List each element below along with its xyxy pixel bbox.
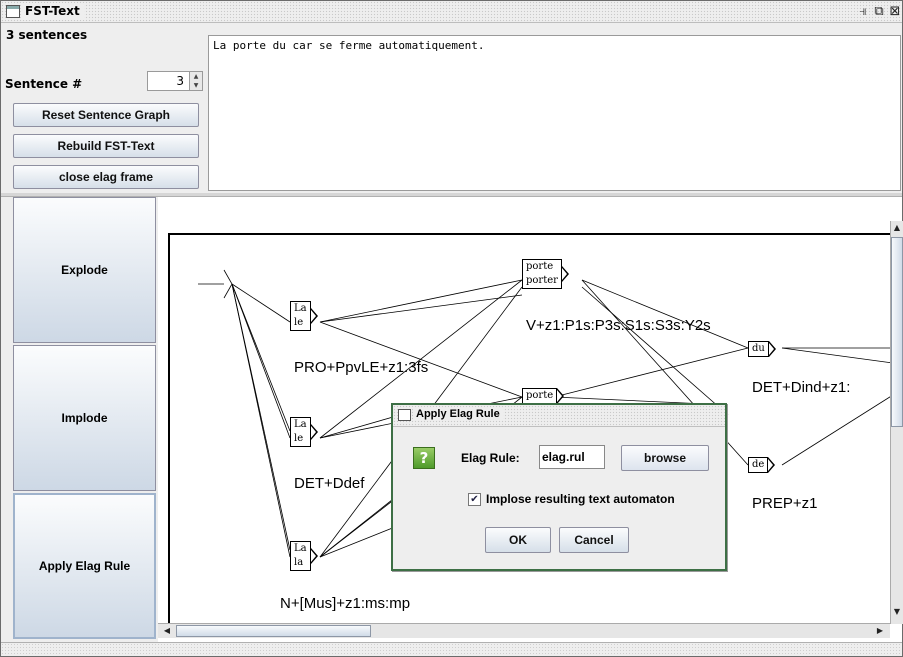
window-title: FST-Text — [21, 3, 84, 20]
minimize-icon[interactable]: ⫣ — [855, 4, 871, 20]
title-bar[interactable]: FST-Text ⫣ ⧉ ⊠ — [1, 1, 902, 23]
sentence-number-spinner[interactable]: 3 ▲ ▼ — [147, 71, 203, 91]
implode-button[interactable]: Implode — [13, 345, 156, 491]
horizontal-scroll-thumb[interactable] — [176, 625, 371, 637]
close-icon[interactable]: ⊠ — [887, 4, 903, 20]
maximize-icon[interactable]: ⧉ — [871, 4, 887, 20]
scroll-down-icon[interactable]: ▼ — [891, 607, 903, 616]
graph-box-la-le-2[interactable]: La le — [290, 417, 318, 447]
implose-checkbox[interactable]: ✔ — [468, 493, 481, 506]
elag-rule-label: Elag Rule: — [461, 451, 520, 465]
scroll-up-icon[interactable]: ▲ — [891, 223, 903, 232]
graph-tag-prep: PREP+z1 — [752, 495, 818, 512]
graph-tag-verb: V+z1:P1s:P3s:S1s:S3s:Y2s — [526, 317, 711, 334]
rebuild-fst-text-button[interactable]: Rebuild FST-Text — [13, 134, 199, 158]
browse-button[interactable]: browse — [621, 445, 709, 471]
question-icon: ? — [413, 447, 435, 469]
window-icon — [6, 5, 20, 18]
scroll-left-icon[interactable]: ◀ — [161, 626, 173, 635]
main-window: FST-Text ⫣ ⧉ ⊠ 3 sentences Sentence # 3 … — [0, 0, 903, 657]
vertical-scroll-thumb[interactable] — [891, 237, 903, 427]
ok-button[interactable]: OK — [485, 527, 551, 553]
sentence-text-area[interactable]: La porte du car se ferme automatiquement… — [208, 35, 901, 191]
graph-box-de[interactable]: de — [748, 457, 776, 473]
apply-elag-rule-button[interactable]: Apply Elag Rule — [13, 493, 156, 639]
graph-box-porte-porter[interactable]: porte porter — [522, 259, 569, 289]
dialog-window-icon — [398, 409, 411, 421]
scroll-right-icon[interactable]: ▶ — [874, 626, 886, 635]
sentence-number-label: Sentence # — [5, 77, 83, 91]
vertical-scrollbar[interactable]: ▲ ▼ — [890, 221, 903, 624]
graph-box-du[interactable]: du — [748, 341, 776, 357]
dialog-title: Apply Elag Rule — [413, 408, 503, 420]
apply-elag-rule-dialog: Apply Elag Rule ? Elag Rule: elag.rul br… — [391, 403, 727, 571]
elag-rule-field[interactable]: elag.rul — [539, 445, 605, 469]
resize-grip-bar[interactable] — [1, 642, 902, 656]
graph-box-la-la[interactable]: La la — [290, 541, 318, 571]
explode-button[interactable]: Explode — [13, 197, 156, 343]
reset-sentence-graph-button[interactable]: Reset Sentence Graph — [13, 103, 199, 127]
dialog-title-bar[interactable]: Apply Elag Rule — [393, 405, 725, 427]
horizontal-scrollbar[interactable]: ◀ ▶ — [158, 623, 890, 638]
sentence-count: 3 sentences — [6, 28, 88, 42]
close-elag-frame-button[interactable]: close elag frame — [13, 165, 199, 189]
implose-checkbox-label: Implose resulting text automaton — [486, 492, 675, 506]
graph-tag-det-ddef: DET+Ddef — [294, 475, 365, 492]
graph-box-la-le-1[interactable]: La le — [290, 301, 318, 331]
graph-tag-pronoun: PRO+PpvLE+z1:3fs — [294, 359, 429, 376]
graph-tag-noun: N+[Mus]+z1:ms:mp — [280, 595, 411, 612]
cancel-button[interactable]: Cancel — [559, 527, 629, 553]
spinner-arrows-icon[interactable]: ▲ ▼ — [189, 72, 202, 90]
sentence-number-value[interactable]: 3 — [176, 74, 184, 88]
graph-box-porte[interactable]: porte — [522, 388, 565, 404]
graph-tag-det-dind: DET+Dind+z1: — [752, 379, 851, 396]
